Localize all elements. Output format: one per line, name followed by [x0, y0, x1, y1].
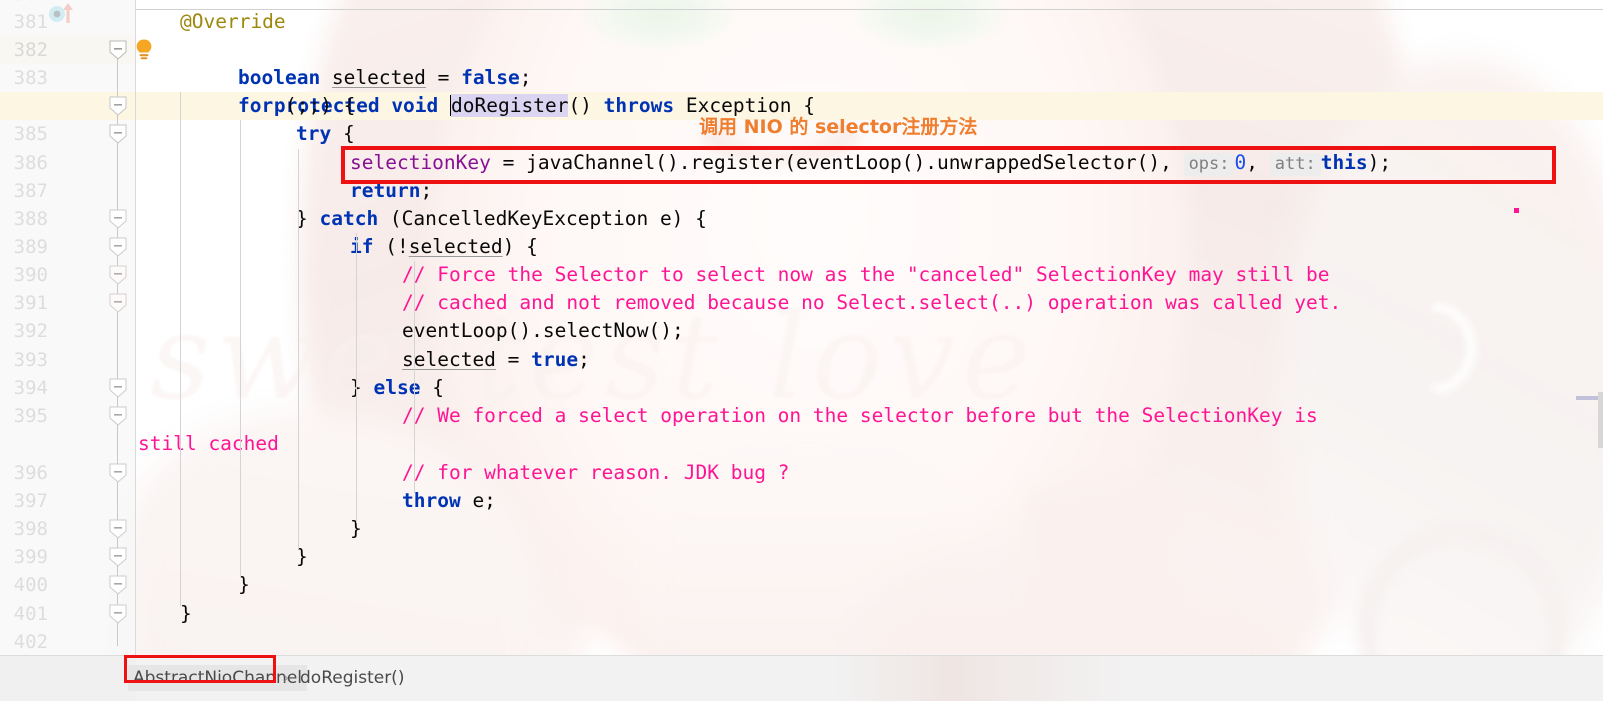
scrollbar-thumb[interactable]	[1598, 392, 1603, 448]
indent-guide	[414, 261, 415, 493]
code-token-var: e;	[460, 489, 496, 512]
indent-guide	[180, 92, 181, 606]
code-token-operator: =	[425, 66, 462, 89]
fold-marker-400[interactable]	[108, 575, 128, 595]
intention-bulb-icon[interactable]	[133, 38, 155, 62]
code-token-punct: (!	[373, 235, 409, 258]
code-line-382[interactable]: protected void doRegister() throws Excep…	[0, 36, 1603, 120]
code-token-keyword: try	[296, 122, 332, 145]
code-line-400[interactable]: }	[136, 571, 1603, 599]
fold-marker-388[interactable]	[108, 209, 128, 229]
fold-marker-391[interactable]	[108, 293, 128, 313]
code-token-annotation: @Override	[180, 10, 286, 33]
fold-marker-390[interactable]	[108, 265, 128, 285]
code-token-local-var: selected	[408, 235, 503, 258]
fold-marker-384[interactable]	[108, 96, 128, 116]
code-token-operator: =	[495, 348, 532, 371]
fold-marker-389[interactable]	[108, 237, 128, 257]
code-token-keyword: for	[238, 94, 274, 117]
code-token-comment: // for whatever reason. JDK bug ?	[402, 461, 790, 484]
code-token-punct: {	[420, 376, 444, 399]
breadcrumb-separator-icon: ›	[283, 668, 290, 687]
breadcrumb-gutter-spacer	[0, 656, 136, 701]
breadcrumb-wallpaper-bleed	[830, 656, 1130, 701]
fold-marker-395[interactable]	[108, 406, 128, 426]
top-separator-line	[136, 9, 1603, 10]
indent-guide	[356, 233, 357, 523]
code-token-keyword: catch	[319, 207, 379, 230]
code-line-387[interactable]: return;	[136, 177, 1603, 205]
code-token-punct: (;;) {	[273, 94, 356, 117]
code-token-brace: }	[180, 602, 192, 625]
gutter-border	[135, 0, 136, 655]
code-token-comment: // We forced a select operation on the s…	[402, 404, 1318, 427]
code-token-comment: // cached and not removed because no Sel…	[402, 291, 1342, 314]
code-token-punct: {	[331, 122, 355, 145]
code-token-punct: }	[296, 207, 320, 230]
code-token-punct: ;	[578, 348, 590, 371]
code-line-388[interactable]: } catch (CancelledKeyException e) {	[136, 205, 1603, 233]
code-token-punct: }	[350, 376, 374, 399]
code-editor[interactable]: 380 381 382 383 384 385 386 387 388 389 …	[0, 0, 1603, 655]
code-token-keyword: false	[461, 66, 520, 89]
indent-guide	[298, 149, 299, 549]
comment-overflow-dot	[1514, 208, 1519, 213]
fold-marker-382[interactable]	[108, 40, 128, 60]
code-token-keyword: return	[350, 179, 421, 202]
code-token-punct: );	[1367, 151, 1392, 174]
code-token-call: eventLoop().selectNow();	[402, 319, 684, 342]
indent-guide	[240, 120, 241, 578]
fold-marker-394[interactable]	[108, 378, 128, 398]
breadcrumb-method[interactable]: doRegister()	[300, 665, 404, 691]
code-line-399[interactable]: }	[136, 543, 1603, 571]
code-token-call-chain: = javaChannel().register(eventLoop().unw…	[490, 151, 1184, 174]
code-token-keyword: if	[350, 235, 374, 258]
code-token-exception: (CancelledKeyException e) {	[378, 207, 707, 230]
code-token-punct: ;	[519, 66, 532, 89]
code-token-keyword: this	[1320, 151, 1368, 174]
annotation-note-text: 调用 NIO 的 selector注册方法	[699, 116, 978, 138]
code-token-comment: // Force the Selector to select now as t…	[402, 263, 1330, 286]
code-token-comment-wrapped: still cached	[138, 432, 279, 455]
code-token-keyword: true	[531, 348, 579, 371]
code-line-381[interactable]: @Override	[136, 8, 1603, 36]
error-stripe-mark[interactable]	[1576, 396, 1598, 400]
parameter-hint-ops[interactable]: ops:	[1183, 153, 1235, 176]
parameter-hint-att[interactable]: att:	[1269, 153, 1321, 176]
breadcrumb-class[interactable]: AbstractNioChannel	[128, 665, 307, 691]
code-token-local-var: selected	[402, 348, 496, 371]
fold-marker-396[interactable]	[108, 463, 128, 483]
code-token-punct: ) {	[502, 235, 538, 258]
code-token-keyword: throw	[402, 489, 461, 512]
code-token-punct: ,	[1246, 151, 1270, 174]
code-line-386[interactable]: selectionKey = javaChannel().register(ev…	[136, 149, 1603, 177]
fold-marker-401[interactable]	[108, 604, 128, 624]
fold-marker-398[interactable]	[108, 519, 128, 539]
code-token-keyword: boolean	[238, 66, 332, 89]
code-line-401[interactable]: }	[136, 600, 1603, 628]
code-token-local-var: selected	[331, 66, 426, 89]
code-text-area[interactable]: @Override protected void doRegister() th…	[0, 0, 1603, 655]
fold-marker-399[interactable]	[108, 547, 128, 567]
breadcrumb-bar[interactable]: AbstractNioChannel › doRegister()	[0, 655, 1603, 701]
code-token-number: 0	[1234, 151, 1247, 174]
ide-editor-screenshot: sweetest love 380 381 382 383 384 385 38…	[0, 0, 1603, 701]
code-line-383[interactable]: boolean selected = false;	[136, 64, 1603, 92]
code-token-punct: ;	[420, 179, 433, 202]
code-token-field: selectionKey	[350, 151, 491, 174]
fold-marker-385[interactable]	[108, 124, 128, 144]
